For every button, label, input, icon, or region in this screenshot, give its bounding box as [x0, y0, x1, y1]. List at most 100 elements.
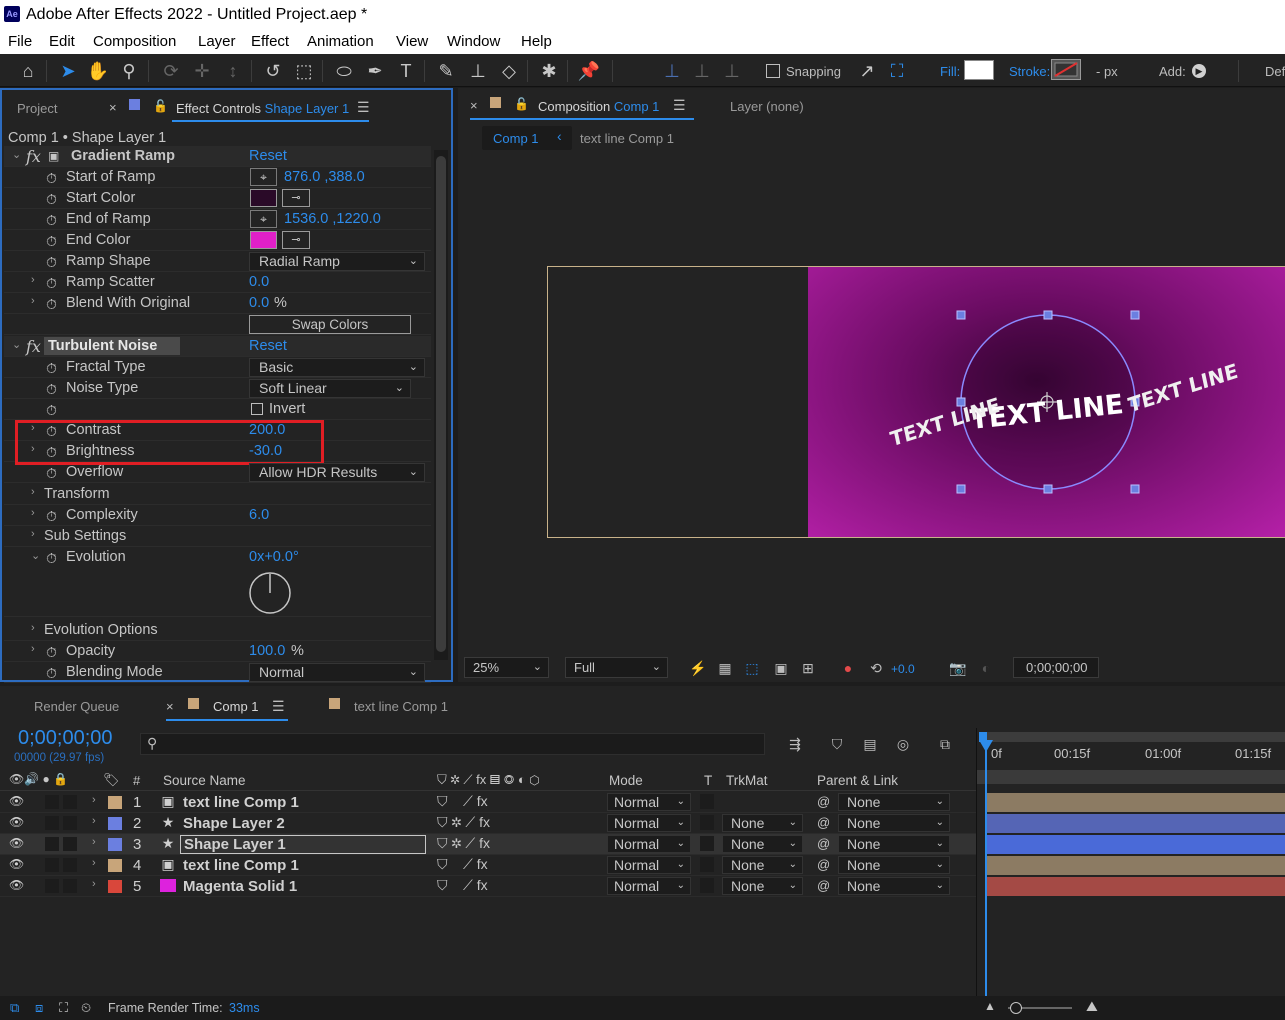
invert-checkbox[interactable] — [251, 403, 263, 415]
stopwatch-icon[interactable]: ⏱ — [46, 254, 57, 271]
layer-switches-toggle-icon[interactable]: ⧉ — [10, 1000, 19, 1016]
motion-blur-icon[interactable]: ◎ — [893, 734, 913, 754]
workspace-label[interactable]: Def — [1265, 64, 1285, 79]
frame-blending-icon[interactable]: ▤ — [860, 734, 880, 754]
local-axis-icon[interactable]: ⊥ — [660, 59, 684, 83]
twirl-closed-icon[interactable]: › — [92, 857, 96, 869]
property-evolution-options[interactable]: › Evolution Options — [4, 620, 431, 641]
world-axis-icon[interactable]: ⊥ — [690, 59, 714, 83]
reset-link[interactable]: Reset — [249, 148, 287, 164]
graph-editor-icon[interactable]: ⧉ — [935, 734, 955, 754]
eye-icon[interactable]: 👁 — [9, 878, 24, 892]
preserve-transparency-toggle[interactable] — [700, 815, 714, 830]
composition-viewer[interactable]: TEXT LINE TEXT LINE TEXT LINE — [458, 152, 1285, 650]
property-value[interactable]: 876.0 ,388.0 — [284, 169, 365, 185]
layer-row[interactable]: 👁 › 3 ★ Shape Layer 1 ⛉ ✲ ⟋ fx Normal ⌄ None ⌄ @ No… — [0, 834, 976, 855]
pan-camera-icon[interactable]: ✛ — [190, 59, 214, 83]
solo-toggle[interactable] — [45, 837, 59, 851]
stopwatch-icon[interactable]: ⏱ — [46, 360, 57, 377]
layer-row[interactable]: 👁 › 2 ★ Shape Layer 2 ⛉ ✲ ⟋ fx Normal ⌄ None ⌄ @ No… — [0, 813, 976, 834]
layer-row[interactable]: 👁 › 5 Magenta Solid 1 ⛉ ⟋ fx Normal ⌄ None ⌄ @ Non… — [0, 876, 976, 897]
start-color-swatch[interactable] — [250, 189, 277, 207]
layer-switches[interactable]: ⛉ ⟋ fx — [437, 793, 488, 810]
stopwatch-icon[interactable]: ⏱ — [46, 212, 57, 229]
tab-comp1[interactable]: Comp 1 — [213, 699, 259, 714]
effect-gradient-ramp[interactable]: ⌄ fx ▣ Gradient Ramp Reset — [4, 146, 431, 167]
current-time-display[interactable]: 0;00;00;00 — [1013, 657, 1099, 678]
parent-dropdown[interactable]: None ⌄ — [838, 877, 950, 895]
label-color-swatch[interactable] — [108, 817, 122, 830]
layer-duration-bar[interactable] — [987, 793, 1285, 812]
brush-tool-icon[interactable]: ✎ — [434, 59, 458, 83]
layer-switches[interactable]: ⛉ ⟋ fx — [437, 877, 488, 894]
pick-whip-icon[interactable]: @ — [817, 794, 830, 809]
close-tab-icon[interactable]: × — [166, 699, 174, 714]
twirl-closed-icon[interactable]: › — [92, 836, 96, 848]
effect-turbulent-noise[interactable]: ⌄ fx Turbulent Noise Reset — [4, 336, 431, 357]
property-value[interactable]: 100.0 — [249, 643, 285, 659]
menu-composition[interactable]: Composition — [93, 33, 176, 50]
preserve-transparency-toggle[interactable] — [700, 794, 714, 809]
lock-icon[interactable]: 🔓 — [153, 99, 168, 113]
twirl-open-icon[interactable]: ⌄ — [12, 148, 21, 161]
pick-whip-icon[interactable]: @ — [817, 815, 830, 830]
current-time[interactable]: 0;00;00;00 — [18, 727, 113, 750]
view-axis-icon[interactable]: ⊥ — [720, 59, 744, 83]
lock-toggle[interactable] — [63, 879, 77, 893]
mask-visibility-icon[interactable]: ⬚ — [742, 658, 762, 678]
clone-stamp-icon[interactable]: ⊥ — [466, 59, 490, 83]
twirl-closed-icon[interactable]: › — [92, 794, 96, 806]
stroke-swatch[interactable] — [1051, 59, 1081, 80]
menu-view[interactable]: View — [396, 33, 428, 50]
preserve-transparency-toggle[interactable] — [700, 836, 714, 851]
work-area-bar[interactable] — [979, 732, 1285, 742]
shy-layers-icon[interactable]: ⛉ — [827, 734, 847, 754]
blend-mode-dropdown[interactable]: Normal ⌄ — [607, 856, 691, 874]
add-button-icon[interactable]: ▶ — [1192, 64, 1206, 78]
lock-icon[interactable]: 🔓 — [514, 97, 529, 111]
transparency-grid-icon[interactable]: ▦ — [715, 658, 735, 678]
blending-mode-dropdown[interactable]: Normal ⌄ — [249, 663, 425, 682]
twirl-closed-icon[interactable]: › — [92, 878, 96, 890]
tab-effect-controls[interactable]: Effect Controls Shape Layer 1 — [176, 101, 349, 116]
parent-dropdown[interactable]: None ⌄ — [838, 835, 950, 853]
layer-switches[interactable]: ⛉ ✲ ⟋ fx — [437, 835, 490, 852]
tab-project[interactable]: Project — [17, 101, 57, 116]
solo-toggle[interactable] — [45, 816, 59, 830]
close-tab-icon[interactable]: × — [470, 98, 478, 113]
layer-name[interactable]: Shape Layer 2 — [183, 815, 285, 832]
layer-duration-bar[interactable] — [987, 835, 1285, 854]
lock-toggle[interactable] — [63, 795, 77, 809]
twirl-closed-icon[interactable]: › — [31, 295, 35, 307]
fx-icon[interactable]: fx — [26, 147, 41, 166]
selection-tool-icon[interactable]: ➤ — [56, 59, 80, 83]
evolution-dial[interactable] — [248, 571, 292, 615]
layer-duration-bar[interactable] — [987, 856, 1285, 875]
zoom-out-icon[interactable]: ▲ — [984, 999, 996, 1013]
label-color-swatch[interactable] — [108, 796, 122, 809]
property-value[interactable]: 0.0 — [249, 295, 269, 311]
stopwatch-icon[interactable]: ⏱ — [46, 402, 57, 419]
menu-layer[interactable]: Layer — [198, 33, 236, 50]
parent-dropdown[interactable]: None ⌄ — [838, 856, 950, 874]
effect-controls-scrollbar[interactable] — [434, 150, 448, 660]
composition-mini-flowchart-icon[interactable]: ⇶ — [785, 734, 805, 754]
stopwatch-icon[interactable]: ⏱ — [46, 275, 57, 292]
eyedropper-icon[interactable]: ⊸ — [282, 189, 310, 207]
point-crosshair-icon[interactable]: ⌖ — [250, 210, 277, 228]
track-matte-dropdown[interactable]: None ⌄ — [722, 877, 803, 895]
solo-toggle[interactable] — [45, 879, 59, 893]
tab-composition[interactable]: Composition Comp 1 — [538, 99, 659, 114]
fast-preview-icon[interactable]: ⚡ — [688, 658, 708, 678]
layer-name[interactable]: Shape Layer 1 — [180, 835, 426, 854]
twirl-closed-icon[interactable]: › — [31, 622, 35, 634]
point-crosshair-icon[interactable]: ⌖ — [250, 168, 277, 186]
blend-mode-dropdown[interactable]: Normal ⌄ — [607, 835, 691, 853]
pick-whip-icon[interactable]: @ — [817, 836, 830, 851]
pick-whip-icon[interactable]: @ — [817, 878, 830, 893]
menu-edit[interactable]: Edit — [49, 33, 75, 50]
label-color-swatch[interactable] — [108, 838, 122, 851]
twirl-open-icon[interactable]: ⌄ — [12, 338, 21, 351]
stopwatch-icon[interactable]: ⏱ — [46, 381, 57, 398]
twirl-open-icon[interactable]: ⌄ — [31, 549, 40, 562]
